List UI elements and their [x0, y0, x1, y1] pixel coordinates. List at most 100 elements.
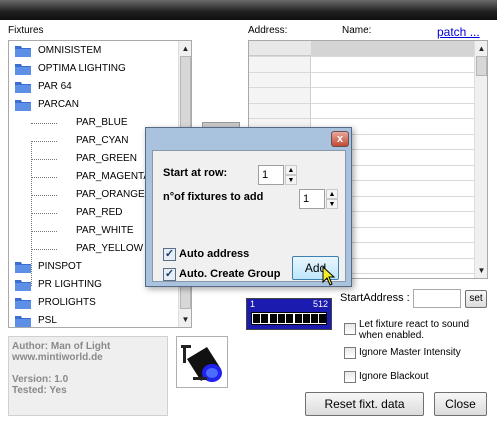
- dmx-segment: [269, 314, 277, 323]
- spin-down-icon[interactable]: ▼: [326, 199, 338, 209]
- info-website: www.mintiworld.de: [12, 352, 103, 363]
- tree-folder-item[interactable]: OMNISISTEM: [9, 42, 180, 60]
- info-version: Version: 1.0: [12, 374, 69, 385]
- folder-icon: [15, 46, 31, 57]
- ignore-blackout-label: Ignore Blackout: [359, 371, 429, 382]
- spin-down-icon[interactable]: ▼: [285, 175, 297, 185]
- start-address-input[interactable]: [413, 289, 461, 308]
- grid-scroll-thumb[interactable]: [476, 56, 487, 76]
- close-button[interactable]: Close: [434, 392, 487, 416]
- scroll-down-icon[interactable]: ▼: [179, 313, 191, 326]
- dmx-segment: [261, 314, 269, 323]
- folder-icon: [15, 64, 31, 75]
- ignore-master-intensity-checkbox[interactable]: [344, 347, 356, 359]
- par-can-icon: [181, 345, 222, 382]
- tree-folder-item[interactable]: PARCAN: [9, 96, 180, 114]
- grid-row-line: [249, 102, 474, 104]
- set-button[interactable]: set: [465, 290, 487, 308]
- start-address-label: StartAddress :: [340, 292, 410, 304]
- tree-connector: [31, 159, 57, 160]
- start-row-spinner[interactable]: 1 ▲ ▼: [258, 165, 298, 185]
- grid-scroll-up-icon[interactable]: ▲: [475, 42, 487, 55]
- mouse-cursor-icon: [322, 266, 336, 286]
- tree-connector: [31, 177, 57, 178]
- dmx-segment: [253, 314, 260, 323]
- react-to-sound-label: Let fixture react to sound when enabled.: [359, 319, 470, 341]
- tree-folder-item[interactable]: PROLIGHTS: [9, 294, 180, 312]
- tree-item-label: OPTIMA LIGHTING: [38, 63, 126, 74]
- spin-up-icon[interactable]: ▲: [326, 189, 338, 199]
- fixture-count-spinner[interactable]: 1 ▲ ▼: [299, 189, 339, 209]
- tree-item-label: OMNISISTEM: [38, 45, 102, 56]
- tree-connector: [31, 195, 57, 196]
- tree-folder-item[interactable]: PAR 64: [9, 78, 180, 96]
- fixture-count-label: n°of fixtures to add: [163, 191, 264, 203]
- start-row-input[interactable]: 1: [258, 165, 284, 185]
- dmx-min-label: 1: [250, 299, 256, 309]
- tree-connector-line: [31, 141, 32, 286]
- grid-row-line: [249, 118, 474, 119]
- fixtures-label: Fixtures: [8, 25, 44, 36]
- tree-item-label: PSL: [38, 315, 57, 326]
- dmx-segment: [286, 314, 294, 323]
- ignore-blackout-checkbox[interactable]: [344, 371, 356, 383]
- tree-item-label: PAR_WHITE: [76, 225, 134, 236]
- tree-item-label: PAR_BLUE: [76, 117, 128, 128]
- tree-item-label: PROLIGHTS: [38, 297, 96, 308]
- tree-item-label: PARCAN: [38, 99, 79, 110]
- tree-folder-item[interactable]: PSL: [9, 312, 180, 327]
- folder-icon: [15, 298, 31, 309]
- tree-folder-item[interactable]: OPTIMA LIGHTING: [9, 60, 180, 78]
- reset-fixture-data-button[interactable]: Reset fixt. data: [305, 392, 424, 416]
- spin-up-icon[interactable]: ▲: [285, 165, 297, 175]
- folder-icon: [15, 316, 31, 327]
- dmx-range-meter: 1 512: [246, 298, 332, 330]
- tree-item-label: PAR_GREEN: [76, 153, 137, 164]
- tree-item-label: PAR_CYAN: [76, 135, 129, 146]
- patch-grid-scrollbar[interactable]: ▲ ▼: [474, 41, 487, 278]
- grid-row-line: [249, 87, 474, 88]
- dialog-body: Start at row: 1 ▲ ▼ n°of fixtures to add…: [152, 150, 346, 282]
- start-row-label: Start at row:: [163, 167, 228, 179]
- tree-connector: [31, 123, 57, 124]
- react-to-sound-checkbox[interactable]: [344, 323, 356, 335]
- tree-connector: [31, 249, 57, 250]
- tree-connector: [31, 141, 57, 142]
- tree-item-label: PINSPOT: [38, 261, 82, 272]
- folder-icon: [15, 82, 31, 93]
- info-author: Author: Man of Light: [12, 341, 111, 352]
- dmx-segment: [294, 314, 302, 323]
- auto-address-label: Auto address: [179, 248, 250, 260]
- folder-icon: [15, 262, 31, 273]
- dmx-channel-bar: [251, 312, 327, 325]
- fixture-preview-image: [176, 336, 228, 388]
- grid-scroll-down-icon[interactable]: ▼: [475, 264, 487, 277]
- tree-connector: [31, 231, 57, 232]
- auto-create-group-checkbox[interactable]: ✓: [163, 268, 176, 281]
- tree-item-label: PAR 64: [38, 81, 72, 92]
- fixture-count-input[interactable]: 1: [299, 189, 325, 209]
- dialog-close-button[interactable]: x: [331, 131, 349, 147]
- grid-row-line: [249, 56, 474, 57]
- folder-icon: [15, 100, 31, 111]
- dmx-segment: [311, 314, 319, 323]
- tree-item-label: PAR_ORANGE: [76, 189, 145, 200]
- dmx-segment: [319, 314, 327, 323]
- dmx-segment: [277, 314, 285, 323]
- grid-header-row[interactable]: [249, 41, 474, 56]
- ignore-master-intensity-label: Ignore Master Intensity: [359, 347, 461, 358]
- address-column-label: Address:: [248, 25, 288, 36]
- auto-address-checkbox[interactable]: ✓: [163, 248, 176, 261]
- tree-item-label: PAR_RED: [76, 207, 123, 218]
- scroll-up-icon[interactable]: ▲: [179, 42, 191, 55]
- tree-item-label: PR LIGHTING: [38, 279, 102, 290]
- grid-selected-cell[interactable]: [311, 41, 474, 56]
- patch-link[interactable]: patch ...: [437, 25, 480, 39]
- folder-icon: [15, 280, 31, 291]
- info-tested: Tested: Yes: [12, 385, 67, 396]
- tree-connector: [31, 213, 57, 214]
- auto-create-group-label: Auto. Create Group: [179, 268, 281, 280]
- window-titlebar: [0, 0, 497, 20]
- tree-item-label: PAR_YELLOW: [76, 243, 144, 254]
- tree-item-label: PAR_MAGENTA: [76, 171, 151, 182]
